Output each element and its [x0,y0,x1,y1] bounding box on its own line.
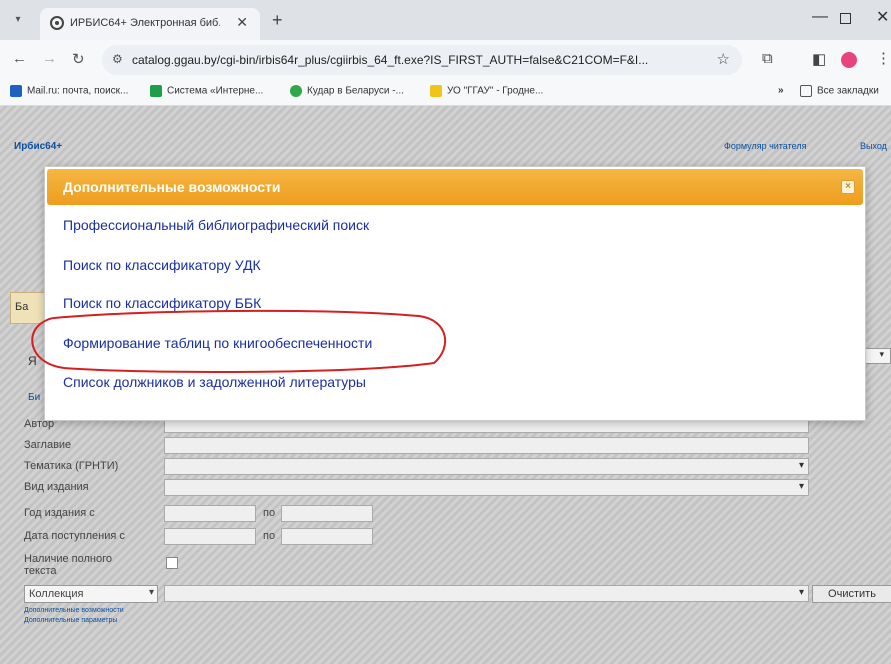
fulltext-row: Наличие полного текста [24,553,891,581]
profile-avatar-icon[interactable] [841,52,857,68]
window-maximize-button[interactable] [840,13,851,24]
title-row: Заглавие [24,437,891,455]
bookmarks-overflow-button[interactable]: » [778,85,784,96]
url-text[interactable]: catalog.ggau.by/cgi-bin/irbis64r_plus/cg… [132,53,707,67]
type-select[interactable]: ▾ [164,479,809,496]
folder-icon [800,85,812,97]
system-icon [150,85,162,97]
university-icon [430,85,442,97]
dialog-close-button[interactable]: × [841,180,855,194]
topic-select[interactable]: ▾ [164,458,809,475]
new-tab-button[interactable]: + [272,10,283,31]
date-from-input[interactable] [164,528,256,545]
mail-icon [10,85,22,97]
dialog-title: Дополнительные возможности [63,179,281,195]
clear-button[interactable]: Очистить [812,585,891,603]
date-label: Дата поступления с [24,530,125,542]
chevron-down-icon: ▾ [798,587,804,598]
site-info-icon[interactable]: ⚙ [112,52,123,66]
browser-tab-bar: ▾ ИРБИС64+ Электронная биб... ✕ + — ✕ [0,0,891,40]
year-from-input[interactable] [164,505,256,522]
back-arrow-icon[interactable]: ← [12,50,27,67]
fulltext-label-line2: текста [24,565,57,577]
topic-row: Тематика (ГРНТИ) ▾ [24,458,891,476]
date-row: Дата поступления с по [24,528,891,546]
all-bookmarks-item[interactable]: Все закладки [800,85,879,97]
chevron-down-icon: ▾ [798,460,804,471]
reload-icon[interactable]: ↻ [72,50,85,68]
bookmark-item[interactable]: Mail.ru: почта, поиск... [10,85,128,97]
title-label: Заглавие [24,439,72,451]
browser-tab-active[interactable]: ИРБИС64+ Электронная биб... ✕ [40,8,260,40]
bookmark-item[interactable]: Система «Интерне... [150,85,263,97]
collection-select[interactable]: Коллекция ▾ [24,585,158,603]
language-label: Я [28,354,37,368]
window-close-button[interactable]: ✕ [876,7,889,27]
type-row: Вид издания ▾ [24,479,891,497]
additional-features-dialog: Дополнительные возможности × Профессиона… [44,166,866,421]
tab-close-icon[interactable]: ✕ [236,14,248,31]
side-panel-icon[interactable]: ◧ [812,50,826,68]
site-logo[interactable]: Ирбис64+ [14,141,62,152]
dialog-header: Дополнительные возможности × [47,169,863,205]
extra-features-link[interactable]: Дополнительные возможности [24,607,124,614]
address-bar[interactable]: ⚙ catalog.ggau.by/cgi-bin/irbis64r_plus/… [102,45,742,75]
year-to-input[interactable] [281,505,373,522]
window-minimize-button[interactable]: — [812,8,828,26]
tab-title: ИРБИС64+ Электронная биб... [70,17,220,29]
browser-menu-icon[interactable]: ⋮ [876,49,891,67]
date-to-label: по [263,530,276,542]
menu-item-book-supply-tables[interactable]: Формирование таблиц по книгообеспеченнос… [63,335,372,351]
exit-link[interactable]: Выход [860,141,887,151]
year-to-label: по [263,507,276,519]
type-label: Вид издания [24,481,89,493]
chevron-down-icon: ▾ [148,587,154,598]
fulltext-checkbox[interactable] [166,557,178,569]
menu-item-udc-search[interactable]: Поиск по классификатору УДК [63,257,261,273]
menu-item-debtors-list[interactable]: Список должников и задолженной литератур… [63,374,366,390]
collection-value-select[interactable]: ▾ [164,585,809,602]
year-label: Год издания с [24,507,95,519]
extensions-icon[interactable]: ⧉ [762,50,773,67]
collection-row: Коллекция ▾ ▾ Очистить [24,585,891,603]
menu-item-bbk-search[interactable]: Поиск по классификатору ББК [63,295,261,311]
kufar-icon [290,85,302,97]
bookmark-star-icon[interactable]: ☆ [717,50,730,68]
title-input[interactable] [164,437,809,454]
menu-item-professional-search[interactable]: Профессиональный библиографический поиск [63,217,369,233]
site-favicon-icon [50,16,64,30]
reader-form-link[interactable]: Формуляр читателя [724,141,806,151]
topic-label: Тематика (ГРНТИ) [24,460,119,472]
bookmark-item[interactable]: УО "ГГАУ" - Гродне... [430,85,543,97]
database-label: Би [28,392,41,403]
year-row: Год издания с по [24,505,891,523]
tab-search-dropdown[interactable]: ▾ [8,10,28,30]
browser-toolbar: ← → ↻ ⚙ catalog.ggau.by/cgi-bin/irbis64r… [0,40,891,80]
date-to-input[interactable] [281,528,373,545]
forward-arrow-icon[interactable]: → [42,50,57,67]
fulltext-label-line1: Наличие полного [24,553,113,565]
bookmarks-bar: Mail.ru: почта, поиск... Система «Интерн… [0,80,891,106]
extra-params-link[interactable]: Дополнительные параметры [24,617,117,624]
chevron-down-icon: ▾ [798,481,804,492]
bookmark-item[interactable]: Кудар в Беларуси -... [290,85,404,97]
